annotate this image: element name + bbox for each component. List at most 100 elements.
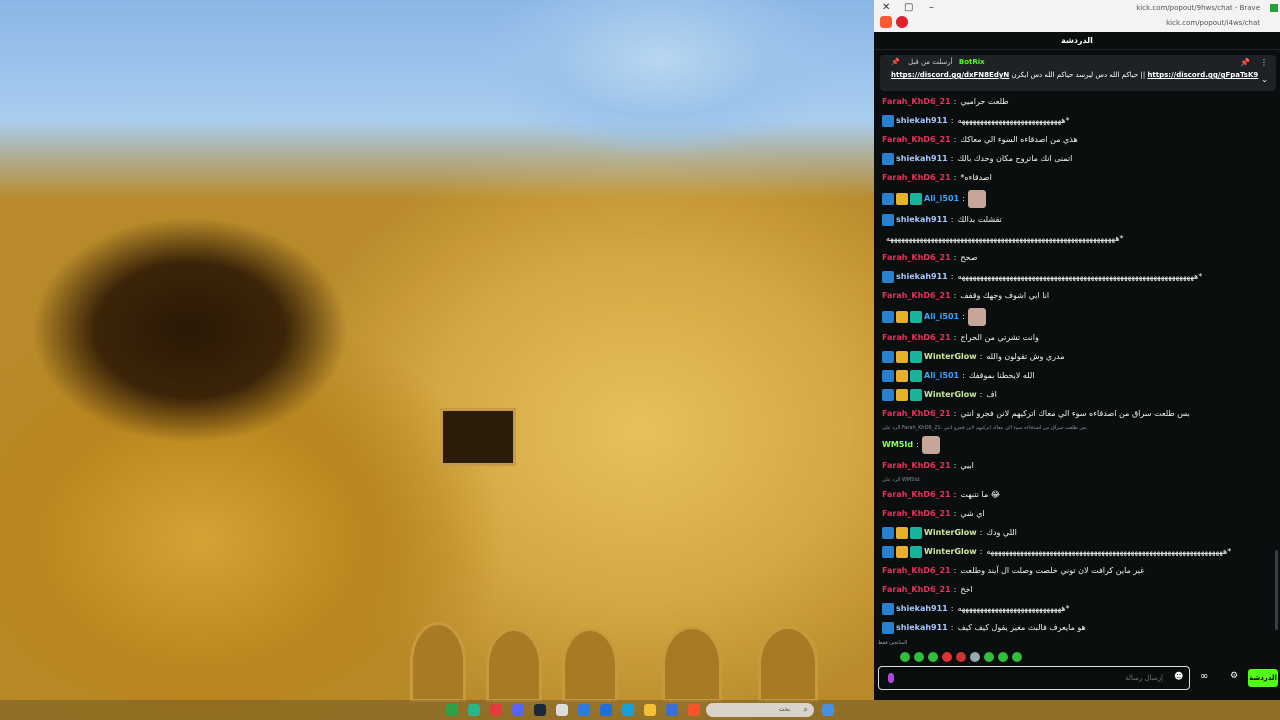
emote-icon[interactable]	[942, 652, 952, 662]
chat-message[interactable]: WinterGlow: اللي ودك	[882, 523, 1274, 542]
chat-username[interactable]: Farah_KhD6_21	[882, 509, 951, 518]
chat-username[interactable]: Ali_i501	[924, 371, 959, 380]
chat-username[interactable]: Farah_KhD6_21	[882, 333, 951, 342]
app-icon[interactable]	[578, 704, 590, 716]
windows-start-icon[interactable]	[822, 704, 834, 716]
more-options-icon[interactable]: ⋮	[1260, 58, 1268, 67]
chat-message[interactable]: Farah_KhD6_21: وانت تشرتي من الحراج	[882, 328, 1274, 347]
chat-username[interactable]: Farah_KhD6_21	[882, 173, 951, 182]
maximize-icon[interactable]: ▢	[904, 2, 913, 13]
chat-message-list[interactable]: Farah_KhD6_21: طلعت حراميي shiekah911: هههه…	[882, 92, 1274, 638]
infinity-icon[interactable]: ∞	[1200, 671, 1208, 682]
chat-username[interactable]: shiekah911	[896, 623, 948, 632]
chat-message[interactable]: Farah_KhD6_21: هذي من اصدقاءه السوء الي م…	[882, 130, 1274, 149]
chat-message[interactable]: WM5Id:	[882, 433, 1274, 456]
pinned-link-2[interactable]: https://discord.gg/gFpaTsK9	[1147, 71, 1258, 79]
chat-username[interactable]: Farah_KhD6_21	[882, 291, 951, 300]
chat-message[interactable]: Farah_KhD6_21: ابيي	[882, 456, 1274, 475]
chat-username[interactable]: Farah_KhD6_21	[882, 566, 951, 575]
app-icon[interactable]	[666, 704, 678, 716]
chat-message[interactable]: Farah_KhD6_21: انا ابي اشوف وجهك وقفف	[882, 286, 1274, 305]
chat-username[interactable]: WinterGlow	[924, 390, 977, 399]
chat-username[interactable]: WinterGlow	[924, 352, 977, 361]
app-icon[interactable]	[600, 704, 612, 716]
pinned-bot-name[interactable]: BotRix	[959, 58, 985, 66]
chat-username[interactable]: Farah_KhD6_21	[882, 490, 951, 499]
chat-message[interactable]: WinterGlow: اف	[882, 385, 1274, 404]
chat-send-button[interactable]: الدردشة	[1248, 669, 1278, 687]
address-bar[interactable]: kick.com/popout/i4ws/chat	[1166, 19, 1260, 27]
chat-message-input[interactable]	[878, 666, 1190, 690]
chat-scrollbar[interactable]	[1275, 550, 1278, 630]
discord-icon[interactable]	[512, 704, 524, 716]
chat-message[interactable]: Farah_KhD6_21: اخخ	[882, 580, 1274, 599]
emote-icon[interactable]	[928, 652, 938, 662]
extension-icon[interactable]	[1270, 4, 1278, 12]
emoji-picker-icon[interactable]: ☻	[1174, 672, 1183, 682]
chat-message[interactable]: shiekah911: ههههههههههههههههههههههههههههه…	[882, 599, 1274, 618]
edge-icon[interactable]	[622, 704, 634, 716]
chat-message[interactable]: WinterGlow: ههههههههههههههههههههههههههههه…	[882, 542, 1274, 561]
chat-username[interactable]: Farah_KhD6_21	[882, 253, 951, 262]
chat-message[interactable]: WinterGlow: مدري وش تقولون والله	[882, 347, 1274, 366]
chat-message[interactable]: Farah_KhD6_21: صحح	[882, 248, 1274, 267]
chat-message[interactable]: shiekah911: تقشلت بدالك	[882, 210, 1274, 229]
chat-username[interactable]: WinterGlow	[924, 528, 977, 537]
chat-username[interactable]: Ali_i501	[924, 312, 959, 321]
app-icon[interactable]	[468, 704, 480, 716]
chat-username[interactable]: Farah_KhD6_21	[882, 461, 951, 470]
emote-icon[interactable]	[914, 652, 924, 662]
taskbar-search[interactable]: بحث ⌕	[706, 703, 814, 717]
chat-username[interactable]: WM5Id	[882, 440, 913, 449]
chat-username[interactable]: shiekah911	[896, 215, 948, 224]
chat-message[interactable]: Ali_i501:	[882, 305, 1274, 328]
reply-reference[interactable]: الرد على WM5Id:	[882, 475, 1274, 485]
emote-icon[interactable]	[970, 652, 980, 662]
chat-username[interactable]: Ali_i501	[924, 194, 959, 203]
chat-username[interactable]: WinterGlow	[924, 547, 977, 556]
close-icon[interactable]: ✕	[882, 2, 890, 13]
chat-username[interactable]: Farah_KhD6_21	[882, 585, 951, 594]
chat-username[interactable]: Farah_KhD6_21	[882, 409, 951, 418]
chat-message[interactable]: هههههههههههههههههههههههههههههههههههههههه…	[882, 229, 1274, 248]
minecraft-app-icon[interactable]	[446, 704, 458, 716]
chat-message[interactable]: Farah_KhD6_21: طلعت حراميي	[882, 92, 1274, 111]
chat-message[interactable]: Farah_KhD6_21: اي شي	[882, 504, 1274, 523]
steam-icon[interactable]	[534, 704, 546, 716]
emote-icon[interactable]	[998, 652, 1008, 662]
brave-shield-icon[interactable]	[880, 16, 892, 28]
chat-message[interactable]: shiekah911: ههههههههههههههههههههههههههههه…	[882, 267, 1274, 286]
chat-username[interactable]: shiekah911	[896, 272, 948, 281]
app-icon[interactable]	[490, 704, 502, 716]
pinned-link-1[interactable]: https://discord.gg/dxFN8EdyN	[891, 71, 1009, 79]
chat-username[interactable]: Farah_KhD6_21	[882, 135, 951, 144]
folder-icon[interactable]	[644, 704, 656, 716]
microphone-icon[interactable]	[888, 673, 894, 683]
chat-message[interactable]: Farah_KhD6_21: غير ماين كرافت لان توني خل…	[882, 561, 1274, 580]
chat-message[interactable]: Farah_KhD6_21: *اصدقاءه	[882, 168, 1274, 187]
chat-message[interactable]: Ali_i501: الله لايحطنا بموقفك	[882, 366, 1274, 385]
emote-icon[interactable]	[984, 652, 994, 662]
unpin-icon[interactable]: 📌	[1240, 58, 1250, 67]
chat-message[interactable]: Ali_i501:	[882, 187, 1274, 210]
pinned-message[interactable]: 📌 أرسلت من قبل BotRix https://discord.gg…	[880, 55, 1276, 91]
chat-message[interactable]: shiekah911: هو مايعرف فالبث مغير يقول كيف…	[882, 618, 1274, 637]
chat-message[interactable]: Farah_KhD6_21:كيف تسكر قسك وتسكت شوي	[882, 637, 1274, 638]
chat-username[interactable]: shiekah911	[896, 116, 948, 125]
chat-message[interactable]: shiekah911: ههههههههههههههههههههههههههههه…	[882, 111, 1274, 130]
gear-icon[interactable]: ⚙	[1230, 671, 1238, 681]
chat-message[interactable]: Farah_KhD6_21: بس طلعت سراق من اصدقاءه سو…	[882, 404, 1274, 423]
app-icon[interactable]	[556, 704, 568, 716]
chevron-down-icon[interactable]: ⌄	[1261, 75, 1268, 84]
chat-username[interactable]: shiekah911	[896, 604, 948, 613]
chat-message[interactable]: Farah_KhD6_21: ما نتبهت 😂	[882, 485, 1274, 504]
brave-icon[interactable]	[688, 704, 700, 716]
minimize-icon[interactable]: –	[929, 2, 934, 13]
emote-icon[interactable]	[956, 652, 966, 662]
reply-reference[interactable]: الرد على Farah_KhD6_21: بس طلعت سراق من …	[882, 423, 1274, 433]
chat-username[interactable]: Farah_KhD6_21	[882, 97, 951, 106]
brave-rewards-icon[interactable]	[896, 16, 908, 28]
emote-icon[interactable]	[900, 652, 910, 662]
chat-message[interactable]: shiekah911: اتمنى انك ماتروح مكان وحدك با…	[882, 149, 1274, 168]
chat-username[interactable]: shiekah911	[896, 154, 948, 163]
